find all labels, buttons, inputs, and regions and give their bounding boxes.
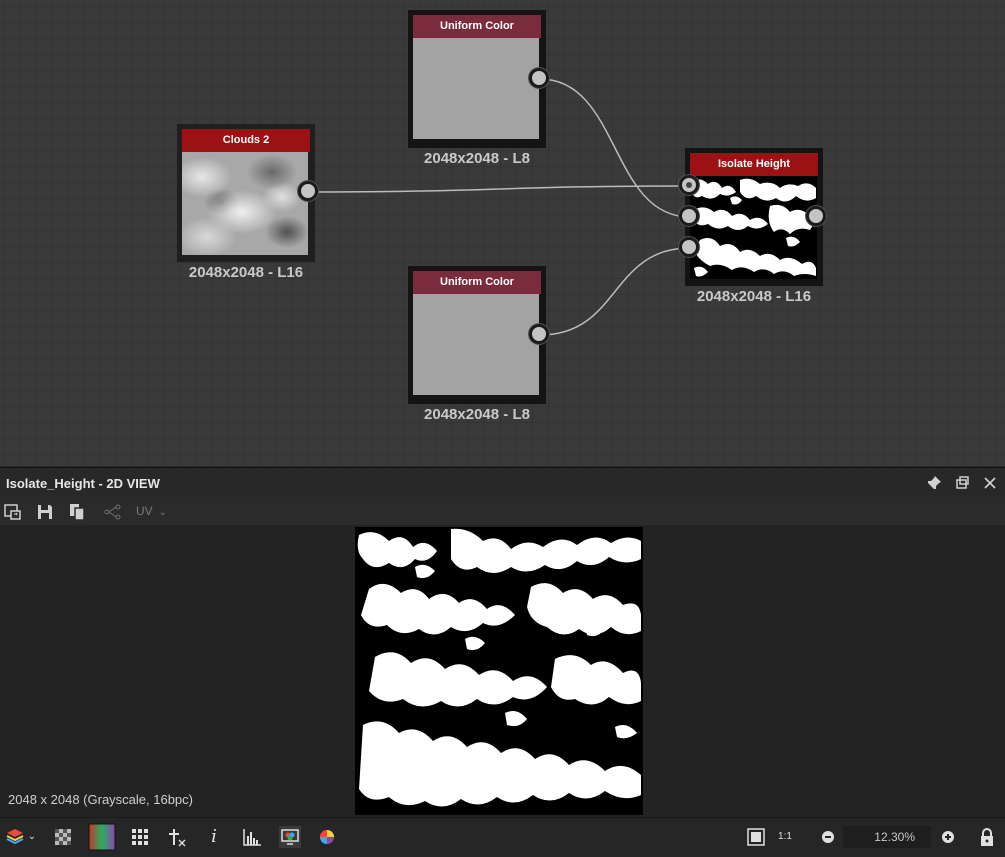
node-caption: 2048x2048 - L8 [424, 406, 530, 423]
info-icon[interactable]: i [203, 826, 225, 848]
save-icon[interactable] [36, 503, 54, 521]
chevron-down-icon: ⌄ [158, 507, 168, 518]
copy-icon[interactable] [68, 503, 86, 521]
view-toolbar: UV ⌄ [0, 497, 1005, 525]
view-panel-header: Isolate_Height - 2D VIEW [0, 467, 1005, 497]
pin-icon[interactable] [926, 475, 942, 491]
node-caption: 2048x2048 - L16 [696, 288, 812, 305]
wire-clouds-to-isolate [308, 185, 691, 193]
node-isolate-height[interactable]: Isolate Height [685, 148, 823, 286]
maximize-icon[interactable] [954, 475, 970, 491]
output-port[interactable] [298, 181, 318, 201]
output-port[interactable] [806, 206, 826, 226]
node-caption: 2048x2048 - L8 [424, 150, 530, 167]
node-uniform-color-top[interactable]: Uniform Color [408, 10, 546, 148]
node-thumbnail [413, 38, 539, 139]
node-thumbnail [690, 176, 817, 279]
fit-view-icon[interactable] [745, 826, 767, 848]
wire-uniform-bottom-to-isolate [539, 247, 691, 336]
node-clouds-2[interactable]: Clouds 2 [177, 124, 315, 262]
uv-label: UV [136, 504, 153, 518]
node-uniform-color-bottom[interactable]: Uniform Color [408, 266, 546, 404]
wire-uniform-top-to-isolate [539, 78, 691, 218]
input-port-2[interactable] [679, 206, 699, 226]
display-settings-icon[interactable] [279, 826, 301, 848]
color-wheel-icon[interactable] [316, 826, 338, 848]
layers-icon[interactable] [4, 826, 26, 848]
zoom-in-icon[interactable] [937, 826, 959, 848]
resolution-info: 2048 x 2048 (Grayscale, 16bpc) [8, 792, 193, 807]
node-title: Clouds 2 [182, 129, 310, 152]
uv-dropdown[interactable]: UV ⌄ [136, 504, 167, 518]
node-caption: 2048x2048 - L16 [188, 264, 304, 281]
output-port[interactable] [529, 68, 549, 88]
transform-tool-icon[interactable] [166, 826, 188, 848]
node-title: Uniform Color [413, 271, 541, 294]
grid-tiling-icon[interactable] [129, 826, 151, 848]
node-title: Isolate Height [690, 153, 818, 176]
zoom-out-icon[interactable] [817, 826, 839, 848]
node-thumbnail [182, 152, 308, 255]
chevron-down-icon[interactable]: ⌄ [26, 826, 38, 848]
view-bottom-bar: ⌄ i 1:1 12.30% [0, 817, 1005, 857]
checker-background-icon[interactable] [52, 826, 74, 848]
lock-icon[interactable] [976, 826, 998, 848]
zoom-1-to-1-icon[interactable]: 1:1 [774, 826, 796, 848]
input-port-3[interactable] [679, 237, 699, 257]
panel-title: Isolate_Height - 2D VIEW [6, 476, 160, 491]
graph-editor[interactable]: Uniform Color 2048x2048 - L8 Clouds 2 20… [0, 0, 1005, 466]
texture-preview [355, 527, 643, 815]
node-thumbnail [413, 294, 539, 395]
histogram-icon[interactable] [241, 826, 263, 848]
color-gradient-icon[interactable] [88, 823, 116, 851]
output-port[interactable] [529, 324, 549, 344]
zoom-level-field[interactable]: 12.30% [843, 826, 931, 848]
export-image-icon[interactable] [4, 503, 22, 521]
input-port-1[interactable] [679, 175, 699, 195]
node-title: Uniform Color [413, 15, 541, 38]
close-icon[interactable] [982, 475, 998, 491]
view-canvas[interactable]: 2048 x 2048 (Grayscale, 16bpc) [0, 525, 1005, 817]
substance-designer-window: Uniform Color 2048x2048 - L8 Clouds 2 20… [0, 0, 1005, 857]
graph-link-icon[interactable] [104, 503, 122, 521]
